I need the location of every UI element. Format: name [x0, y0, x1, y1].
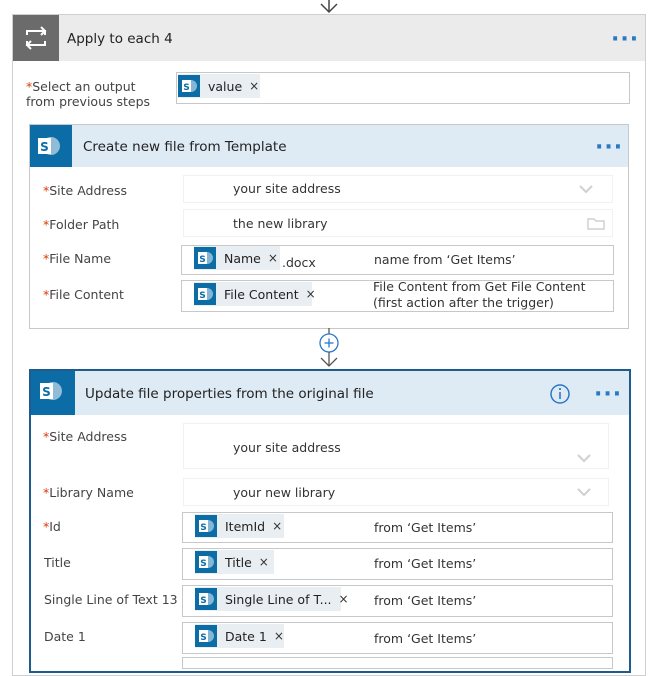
create-content-label: *File Content [43, 287, 124, 302]
file-content-token[interactable]: S File Content × [194, 282, 316, 306]
update-site-label: *Site Address [43, 429, 128, 444]
date1-note: from ‘Get Items’ [374, 631, 477, 646]
remove-token-icon[interactable]: × [268, 251, 278, 265]
remove-token-icon[interactable]: × [339, 592, 349, 606]
date1-token[interactable]: S Date 1 × [195, 624, 284, 648]
next-field-partial[interactable] [182, 657, 613, 669]
create-more-options-icon[interactable]: ··· [595, 137, 623, 159]
id-label: *Id [43, 519, 61, 534]
svg-text:S: S [200, 523, 206, 533]
apply-to-each-title: Apply to each 4 [67, 31, 173, 47]
id-note: from ‘Get Items’ [374, 520, 477, 535]
svg-text:S: S [183, 83, 189, 93]
date1-label: Date 1 [44, 629, 86, 644]
remove-token-icon[interactable]: × [274, 629, 284, 643]
apply-more-options-icon[interactable]: ··· [611, 29, 639, 51]
filename-suffix: .docx [282, 255, 316, 270]
arrow-down-icon [320, 0, 338, 14]
itemid-token[interactable]: S ItemId × [195, 514, 284, 538]
svg-text:S: S [199, 291, 205, 301]
chevron-down-icon[interactable] [578, 184, 594, 194]
update-file-title: Update file properties from the original… [85, 386, 374, 402]
chevron-down-icon[interactable] [576, 453, 592, 463]
folder-icon[interactable] [587, 216, 605, 230]
content-note-line2: (first action after the trigger) [373, 295, 554, 310]
single-line-note: from ‘Get Items’ [374, 593, 477, 608]
chevron-down-icon[interactable] [576, 487, 592, 497]
info-icon[interactable] [549, 383, 571, 405]
sharepoint-icon: S [195, 588, 217, 610]
create-folder-label: *Folder Path [43, 217, 120, 232]
sharepoint-logo-icon: S [38, 137, 60, 155]
sharepoint-logo-icon: S [40, 382, 62, 400]
output-label: *Select an output from previous steps [26, 79, 151, 109]
update-more-options-icon[interactable]: ··· [594, 384, 622, 406]
update-library-label: *Library Name [43, 485, 134, 500]
single-line-token[interactable]: S Single Line of T... × [195, 587, 349, 611]
svg-text:S: S [199, 255, 205, 265]
title-label: Title [44, 555, 71, 570]
update-site-value: your site address [233, 440, 341, 455]
sharepoint-icon: S [195, 515, 217, 537]
create-folder-value: the new library [233, 216, 328, 231]
name-token[interactable]: S Name × [194, 246, 280, 270]
create-file-title: Create new file from Template [83, 139, 287, 155]
loop-icon-tile [13, 15, 59, 61]
sharepoint-icon: S [195, 625, 217, 647]
add-step-connector[interactable] [316, 328, 342, 370]
title-note: from ‘Get Items’ [374, 556, 477, 571]
svg-text:S: S [40, 140, 49, 154]
svg-text:S: S [42, 385, 51, 399]
svg-text:S: S [200, 559, 206, 569]
remove-token-icon[interactable]: × [272, 519, 282, 533]
loop-icon [25, 26, 47, 50]
create-filename-label: *File Name [43, 251, 112, 266]
sharepoint-icon: S [194, 283, 216, 305]
svg-text:S: S [200, 596, 206, 606]
remove-token-icon[interactable]: × [249, 79, 259, 93]
filename-note: name from ‘Get Items’ [374, 252, 516, 267]
remove-token-icon[interactable]: × [306, 287, 316, 301]
value-token[interactable]: S value × [178, 74, 260, 98]
sharepoint-icon: S [178, 75, 200, 97]
sharepoint-icon: S [195, 551, 217, 573]
content-note-line1: File Content from Get File Content [373, 279, 586, 294]
title-token[interactable]: S Title × [195, 550, 274, 574]
update-library-value: your new library [233, 485, 336, 500]
svg-text:S: S [200, 633, 206, 643]
create-site-value: your site address [233, 181, 341, 196]
single-line-label: Single Line of Text 13 [44, 592, 178, 607]
sharepoint-icon: S [194, 247, 216, 269]
remove-token-icon[interactable]: × [259, 555, 269, 569]
create-site-label: *Site Address [43, 183, 128, 198]
